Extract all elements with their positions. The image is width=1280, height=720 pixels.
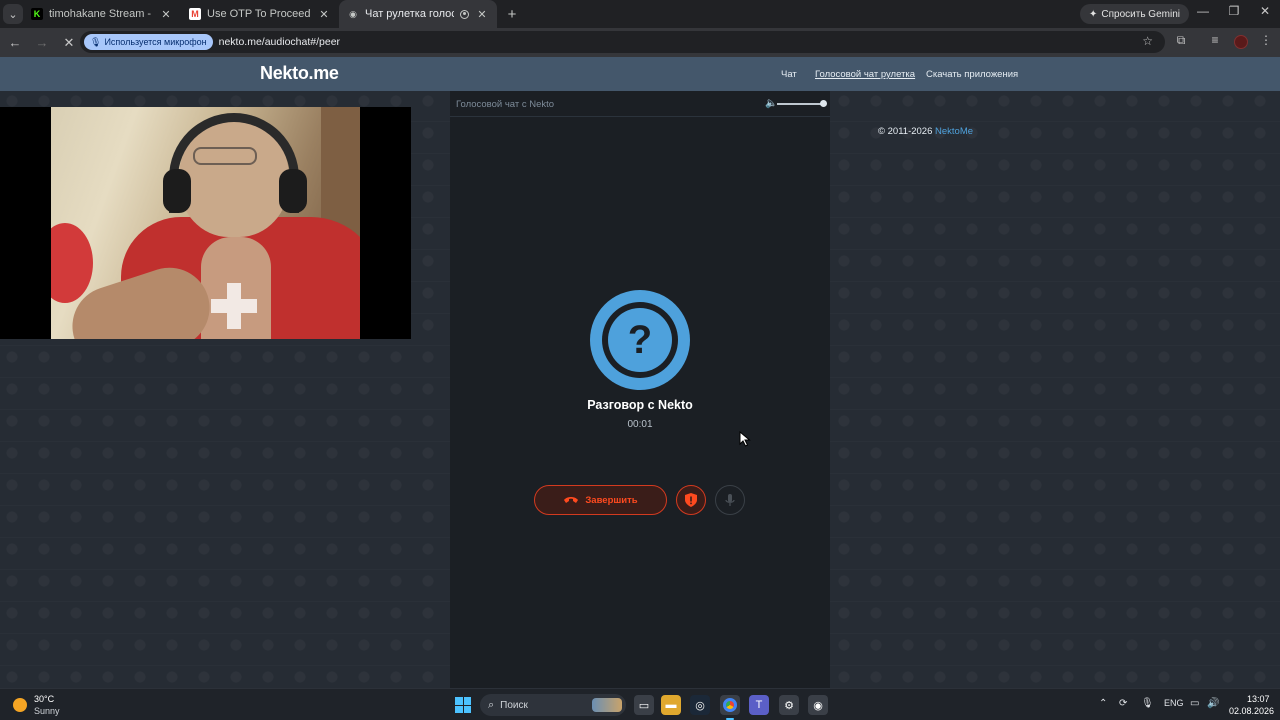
windows-taskbar: 30°C Sunny ⌕ Поиск ▭ ▬ ◎ T ⚙ ◉ ⌃ ⟳ 🎙 ENG… xyxy=(0,688,1280,720)
webcam-video[interactable] xyxy=(0,107,411,339)
teams-icon[interactable]: T xyxy=(749,695,769,715)
hang-up-phone-icon xyxy=(564,497,579,503)
partner-avatar: ? xyxy=(590,290,690,390)
bookmark-star-icon[interactable]: ☆ xyxy=(1142,34,1153,48)
nekto-page: Nekto.me Чат Голосовой чат рулетка Скача… xyxy=(0,57,1280,688)
webcam-app-icon[interactable]: ◉ xyxy=(808,695,828,715)
taskbar-search[interactable]: ⌕ Поиск xyxy=(480,694,626,716)
mouse-cursor-icon xyxy=(739,431,751,447)
browser-tab-bar: ⌄ K timohakane Stream - Watch Live ✕ M U… xyxy=(0,0,1280,28)
volume-slider-handle[interactable] xyxy=(820,100,827,107)
tab-title: Чат рулетка голосовая — Nekto xyxy=(365,8,454,20)
browser-menu-icon[interactable]: ⋮ xyxy=(1256,33,1276,47)
profile-avatar[interactable] xyxy=(1234,35,1248,49)
kick-icon: K xyxy=(31,8,43,20)
weather-condition[interactable]: Sunny xyxy=(34,706,60,716)
url-text[interactable]: nekto.me/audiochat#/peer xyxy=(219,36,340,48)
search-highlight-image xyxy=(592,698,622,712)
sun-weather-icon[interactable] xyxy=(13,698,27,712)
copyright-text: © 2011-2026 NektoMe xyxy=(878,126,973,137)
tab-title: Use OTP To Proceed - timohakane xyxy=(207,8,311,20)
recording-indicator-icon xyxy=(460,9,469,19)
end-call-button[interactable]: Завершить xyxy=(534,485,667,515)
mic-in-use-label: Используется микрофон xyxy=(104,37,207,47)
mic-in-use-indicator[interactable]: 🎙 Используется микрофон xyxy=(84,34,213,50)
nektome-link[interactable]: NektoMe xyxy=(935,126,973,137)
back-arrow-icon[interactable]: ← xyxy=(3,31,27,55)
close-icon[interactable]: ✕ xyxy=(475,8,489,21)
report-button[interactable] xyxy=(676,485,706,515)
browser-toolbar: ← → ✕ 🎙 Используется микрофон nekto.me/a… xyxy=(0,28,1280,57)
nekto-favicon-icon: ◉ xyxy=(349,8,357,19)
conversation-title: Разговор с Nekto xyxy=(587,398,693,412)
speaker-icon[interactable]: 🔊 xyxy=(1207,698,1219,709)
ask-gemini-label: Спросить Gemini xyxy=(1101,8,1180,20)
nav-link-voice-chat[interactable]: Голосовой чат рулетка xyxy=(815,69,915,80)
gemini-sparkle-icon: ✦ xyxy=(1089,8,1098,20)
webcam-frame xyxy=(51,107,360,339)
shield-icon xyxy=(685,493,697,507)
maximize-icon[interactable]: ❐ xyxy=(1219,4,1249,18)
close-icon[interactable]: ✕ xyxy=(317,8,331,21)
nav-link-chat[interactable]: Чат xyxy=(781,69,797,80)
panel-title: Голосовой чат с Nekto xyxy=(456,99,555,110)
stop-loading-icon[interactable]: ✕ xyxy=(57,31,81,55)
show-hidden-icons-chevron-icon[interactable]: ⌃ xyxy=(1099,698,1107,709)
mute-microphone-button[interactable] xyxy=(715,485,745,515)
app-with-badge-icon[interactable]: ⚙ xyxy=(779,695,799,715)
chrome-icon[interactable] xyxy=(720,695,740,720)
extensions-icon[interactable]: ⧉ xyxy=(1171,33,1191,48)
address-bar[interactable]: 🎙 Используется микрофон nekto.me/audioch… xyxy=(80,31,1165,53)
window-close-icon[interactable]: ✕ xyxy=(1250,4,1280,18)
microphone-tray-icon[interactable]: 🎙 xyxy=(1141,698,1154,709)
site-header: Nekto.me Чат Голосовой чат рулетка Скача… xyxy=(0,57,1280,91)
new-tab-plus-icon[interactable]: + xyxy=(501,6,523,23)
clock-date[interactable]: 02.08.2026 xyxy=(1229,706,1274,716)
microphone-icon xyxy=(725,493,735,506)
voice-chat-panel: Голосовой чат с Nekto 🔈 ? Разговор с Nek… xyxy=(450,91,830,688)
search-icon: ⌕ xyxy=(488,698,495,711)
file-explorer-icon[interactable]: ▬ xyxy=(661,695,681,715)
volume-icon[interactable]: 🔈 xyxy=(765,98,777,109)
tab-search-menu-icon[interactable]: ⌄ xyxy=(3,4,23,24)
tab-nekto-audiochat[interactable]: ◉ Чат рулетка голосовая — Nekto ✕ xyxy=(339,0,497,28)
volume-slider[interactable] xyxy=(777,103,823,105)
nav-link-download-apps[interactable]: Скачать приложения xyxy=(926,69,1018,80)
sync-icon[interactable]: ⟳ xyxy=(1119,698,1127,709)
media-controls-icon[interactable]: ≡ xyxy=(1205,33,1225,47)
tab-gmail[interactable]: M Use OTP To Proceed - timohakane ✕ xyxy=(181,0,339,28)
microphone-icon: 🎙 xyxy=(90,36,102,47)
tab-kick-stream[interactable]: K timohakane Stream - Watch Live ✕ xyxy=(23,0,181,28)
language-indicator[interactable]: ENG xyxy=(1164,698,1184,708)
clock-time[interactable]: 13:07 xyxy=(1247,694,1270,704)
search-placeholder: Поиск xyxy=(500,699,528,711)
end-call-label: Завершить xyxy=(585,494,638,506)
forward-arrow-icon[interactable]: → xyxy=(30,31,54,55)
ask-gemini-button[interactable]: ✦ Спросить Gemini xyxy=(1080,4,1189,24)
site-logo[interactable]: Nekto.me xyxy=(260,63,339,84)
steam-icon[interactable]: ◎ xyxy=(690,695,710,715)
tab-title: timohakane Stream - Watch Live xyxy=(49,8,153,20)
call-timer: 00:01 xyxy=(627,419,653,430)
task-view-icon[interactable]: ▭ xyxy=(634,695,654,715)
weather-temperature[interactable]: 30°C xyxy=(34,694,54,704)
network-icon[interactable]: ▭ xyxy=(1190,698,1199,709)
gmail-icon: M xyxy=(189,8,201,20)
copyright-years: © 2011-2026 xyxy=(878,126,933,137)
windows-start-icon[interactable] xyxy=(455,697,471,713)
minimize-icon[interactable]: — xyxy=(1188,4,1218,18)
close-icon[interactable]: ✕ xyxy=(159,8,173,21)
question-mark-icon: ? xyxy=(608,308,672,372)
